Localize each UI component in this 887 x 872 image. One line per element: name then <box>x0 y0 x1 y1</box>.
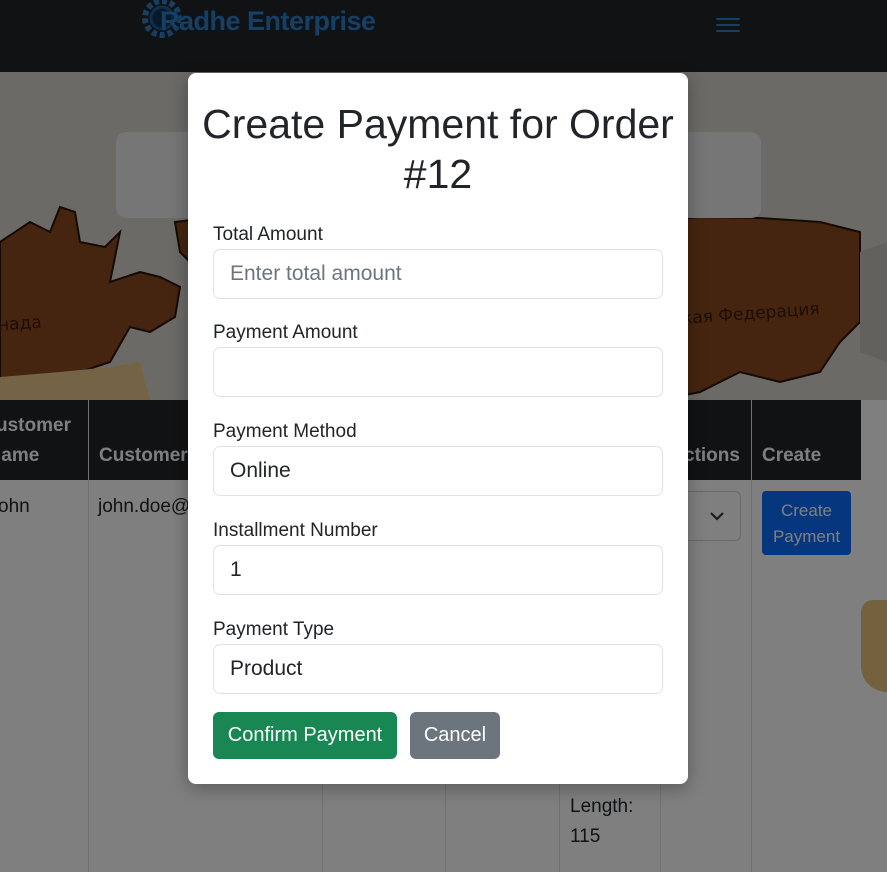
total-amount-label: Total Amount <box>213 224 323 245</box>
total-amount-input[interactable]: Enter total amount <box>213 249 663 299</box>
payment-amount-input[interactable] <box>213 347 663 397</box>
confirm-payment-button[interactable]: Confirm Payment <box>213 712 397 759</box>
installment-number-label: Installment Number <box>213 520 378 541</box>
payment-amount-label: Payment Amount <box>213 322 358 343</box>
installment-number-input[interactable]: 1 <box>213 545 663 595</box>
cancel-button[interactable]: Cancel <box>410 712 500 759</box>
payment-method-input[interactable]: Online <box>213 446 663 496</box>
payment-type-label: Payment Type <box>213 619 335 640</box>
payment-type-input[interactable]: Product <box>213 644 663 694</box>
payment-method-label: Payment Method <box>213 421 357 442</box>
modal-title: Create Payment for Order #12 <box>202 101 674 197</box>
create-payment-modal: Create Payment for Order #12 Total Amoun… <box>188 73 688 784</box>
